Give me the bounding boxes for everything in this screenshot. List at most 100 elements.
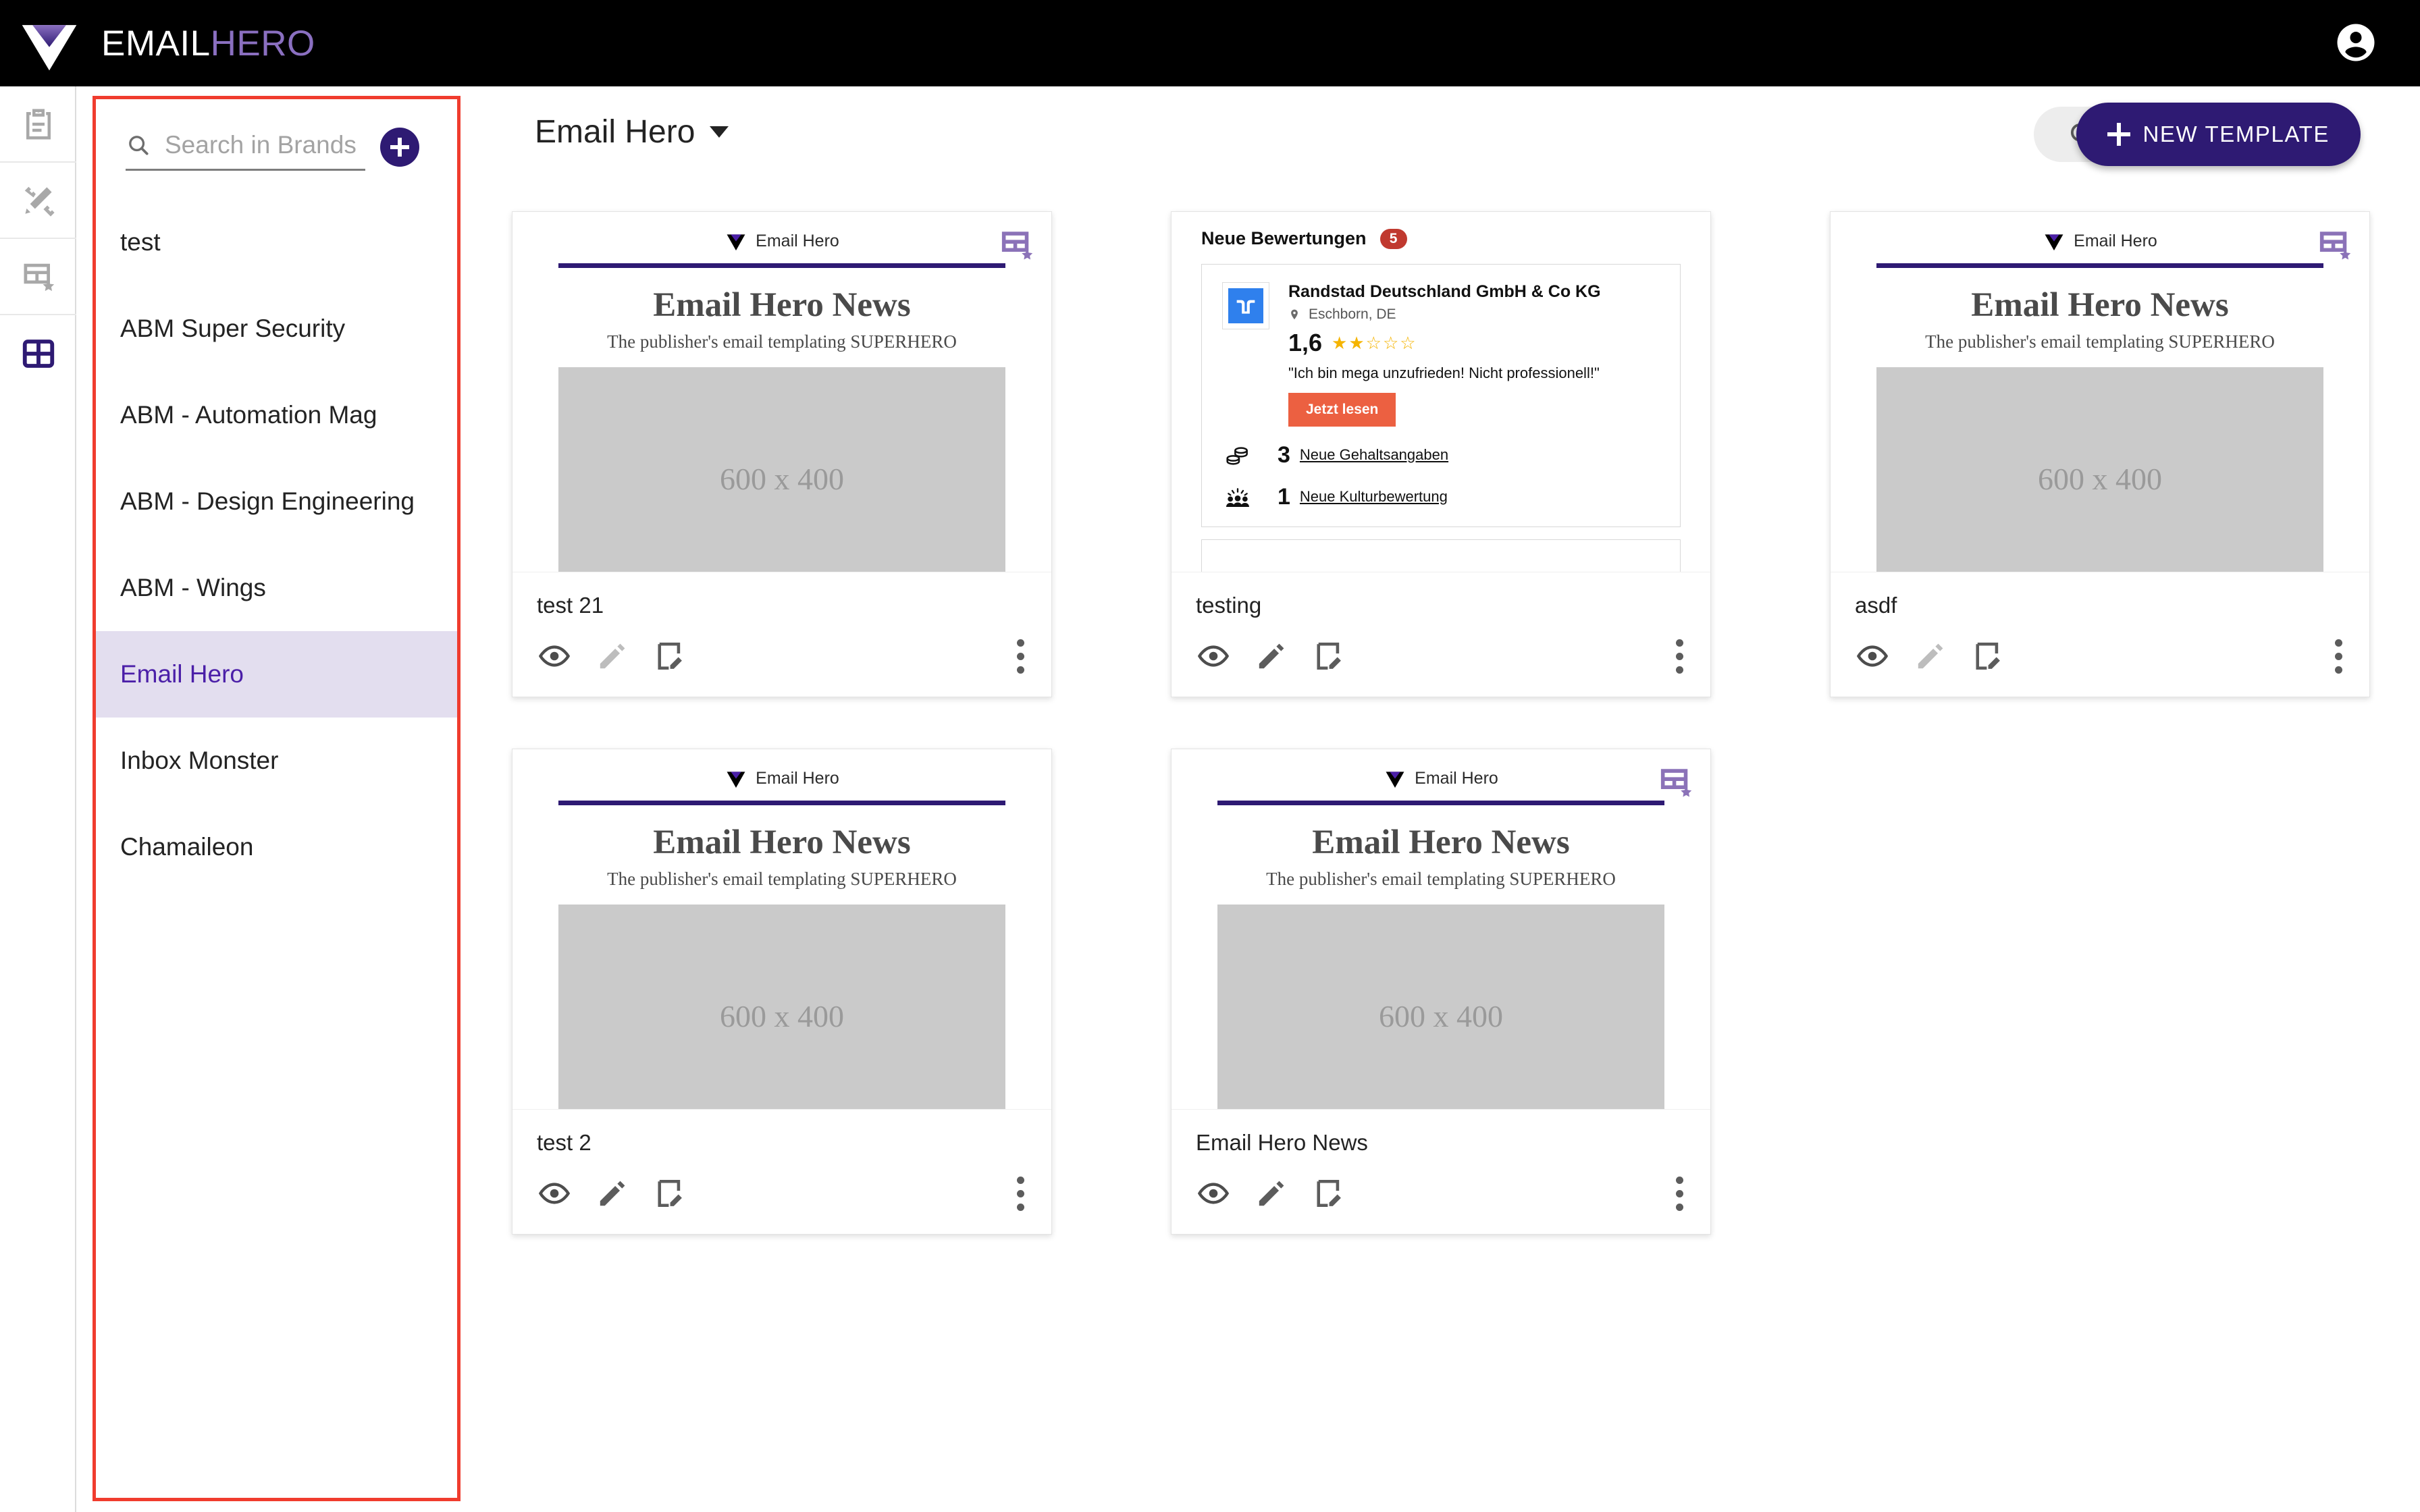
note-edit-icon[interactable] [1312, 639, 1347, 674]
card-footer: test 21 [512, 572, 1051, 697]
kebab-menu-icon[interactable] [1016, 639, 1027, 674]
note-edit-icon[interactable] [653, 1176, 688, 1211]
brand-item-test[interactable]: test [96, 199, 457, 286]
kebab-menu-icon[interactable] [1016, 1176, 1027, 1211]
brand-item-abm-super-security[interactable]: ABM Super Security [96, 286, 457, 372]
brands-sidebar: test ABM Super Security ABM - Automation… [93, 96, 461, 1501]
kebab-menu-icon[interactable] [1675, 639, 1686, 674]
page-title-dropdown[interactable]: Email Hero [535, 113, 729, 151]
main-toolbar: Email Hero NEW TEMPLATE [473, 86, 2420, 194]
layout-star-icon[interactable] [2315, 225, 2355, 265]
news-title: Email Hero News [1312, 824, 1570, 861]
company-logo [1222, 282, 1269, 329]
news-logo-label: Email Hero [2074, 231, 2157, 250]
search-icon [129, 136, 149, 155]
brand-word-hero: HERO [210, 23, 315, 63]
kebab-menu-icon[interactable] [2334, 639, 2345, 674]
eye-icon[interactable] [1196, 1176, 1231, 1211]
stat-label[interactable]: Neue Kulturbewertung [1300, 488, 1448, 506]
pencil-icon[interactable] [595, 1176, 630, 1211]
eye-icon[interactable] [1196, 639, 1231, 674]
stat-number: 3 [1278, 441, 1290, 468]
card-action-bar [1855, 639, 2345, 674]
news-divider [1217, 801, 1664, 805]
review-stat-row: 1 Neue Kulturbewertung [1202, 483, 1680, 510]
template-grid: Email Hero Email Hero News The publisher… [512, 211, 2402, 1286]
news-logo-label: Email Hero [756, 768, 839, 788]
template-preview[interactable]: Email Hero Email Hero News The publisher… [1831, 212, 2369, 572]
note-edit-icon[interactable] [653, 639, 688, 674]
eye-icon[interactable] [1855, 639, 1890, 674]
plus-icon [2107, 123, 2130, 146]
eye-icon[interactable] [537, 1176, 572, 1211]
card-footer: testing [1172, 572, 1710, 697]
brand-item-chamaileon[interactable]: Chamaileon [96, 804, 457, 890]
review-rating-row: 1,6 ★★☆☆☆ [1288, 329, 1601, 357]
review-stat-row: 3 Neue Gehaltsangaben [1202, 441, 1680, 468]
news-subtitle: The publisher's email templating SUPERHE… [1925, 331, 2275, 352]
news-logo-row: Email Hero [512, 749, 1051, 792]
rail-item-clipboard[interactable] [0, 86, 76, 163]
eye-icon[interactable] [537, 639, 572, 674]
people-icon [1226, 488, 1249, 507]
news-title: Email Hero News [1971, 286, 2229, 324]
rail-item-favorite-templates[interactable] [0, 239, 76, 315]
pencil-icon[interactable] [595, 639, 630, 674]
brand-item-email-hero[interactable]: Email Hero [96, 631, 457, 718]
account-circle-icon[interactable] [2334, 20, 2378, 65]
diamond-logo-icon [1386, 772, 1404, 788]
note-edit-icon[interactable] [1312, 1176, 1347, 1211]
template-preview[interactable]: Email Hero Email Hero News The publisher… [512, 212, 1051, 572]
page-title: Email Hero [535, 114, 695, 150]
template-card[interactable]: Email Hero Email Hero News The publisher… [512, 211, 1052, 697]
read-now-button[interactable]: Jetzt lesen [1288, 393, 1396, 427]
stat-label[interactable]: Neue Gehaltsangaben [1300, 446, 1448, 464]
template-card[interactable]: Email Hero Email Hero News The publisher… [512, 749, 1052, 1235]
review-quote: "Ich bin mega unzufrieden! Nicht profess… [1288, 364, 1600, 381]
search-input[interactable] [165, 131, 365, 159]
stat-number: 1 [1278, 483, 1290, 510]
review-heading: Neue Bewertungen [1201, 228, 1367, 248]
layout-star-icon[interactable] [1656, 763, 1695, 802]
template-card[interactable]: Email Hero Email Hero News The publisher… [1830, 211, 2370, 697]
company-location: Eschborn, DE [1309, 306, 1396, 322]
app-title: EMAILHERO [101, 26, 315, 61]
pencil-icon[interactable] [1254, 639, 1289, 674]
news-title: Email Hero News [653, 286, 911, 324]
card-footer: test 2 [512, 1110, 1051, 1234]
news-image-placeholder: 600 x 400 [558, 905, 1005, 1109]
review-card-clipped [1201, 539, 1681, 572]
brand-item-abm-automation-mag[interactable]: ABM - Automation Mag [96, 372, 457, 458]
pencil-icon[interactable] [1913, 639, 1948, 674]
brand-item-abm-design-engineering[interactable]: ABM - Design Engineering [96, 458, 457, 545]
note-edit-icon[interactable] [1971, 639, 2006, 674]
template-card[interactable]: Email Hero Email Hero News The publisher… [1171, 749, 1711, 1235]
add-brand-button[interactable] [380, 128, 419, 167]
rail-item-templates[interactable] [0, 315, 76, 392]
template-name: testing [1196, 593, 1262, 618]
main-content: Email Hero NEW TEMPLATE Email Hero Email… [473, 86, 2420, 1512]
template-card[interactable]: Neue Bewertungen 5 Randstad Deutschland … [1171, 211, 1711, 697]
brand-item-inbox-monster[interactable]: Inbox Monster [96, 718, 457, 804]
rail-item-design-tools[interactable] [0, 163, 76, 239]
news-logo-row: Email Hero [512, 212, 1051, 255]
review-template: Neue Bewertungen 5 Randstad Deutschland … [1172, 212, 1710, 572]
card-footer: Email Hero News [1172, 1110, 1710, 1234]
news-logo-label: Email Hero [1415, 768, 1498, 788]
news-divider [1876, 263, 2323, 268]
card-action-bar [537, 639, 1027, 674]
brand-list: test ABM Super Security ABM - Automation… [96, 199, 457, 890]
new-template-button[interactable]: NEW TEMPLATE [2076, 103, 2361, 166]
layout-star-icon[interactable] [997, 225, 1036, 265]
news-divider [558, 263, 1005, 268]
brand-search-field[interactable] [126, 131, 365, 171]
brand-item-abm-wings[interactable]: ABM - Wings [96, 545, 457, 631]
kebab-menu-icon[interactable] [1675, 1176, 1686, 1211]
template-preview[interactable]: Email Hero Email Hero News The publisher… [1172, 749, 1710, 1110]
pencil-icon[interactable] [1254, 1176, 1289, 1211]
news-image-placeholder: 600 x 400 [558, 367, 1005, 572]
template-preview[interactable]: Neue Bewertungen 5 Randstad Deutschland … [1172, 212, 1710, 572]
template-preview[interactable]: Email Hero Email Hero News The publisher… [512, 749, 1051, 1110]
news-divider [558, 801, 1005, 805]
layout-star-icon [24, 263, 54, 291]
